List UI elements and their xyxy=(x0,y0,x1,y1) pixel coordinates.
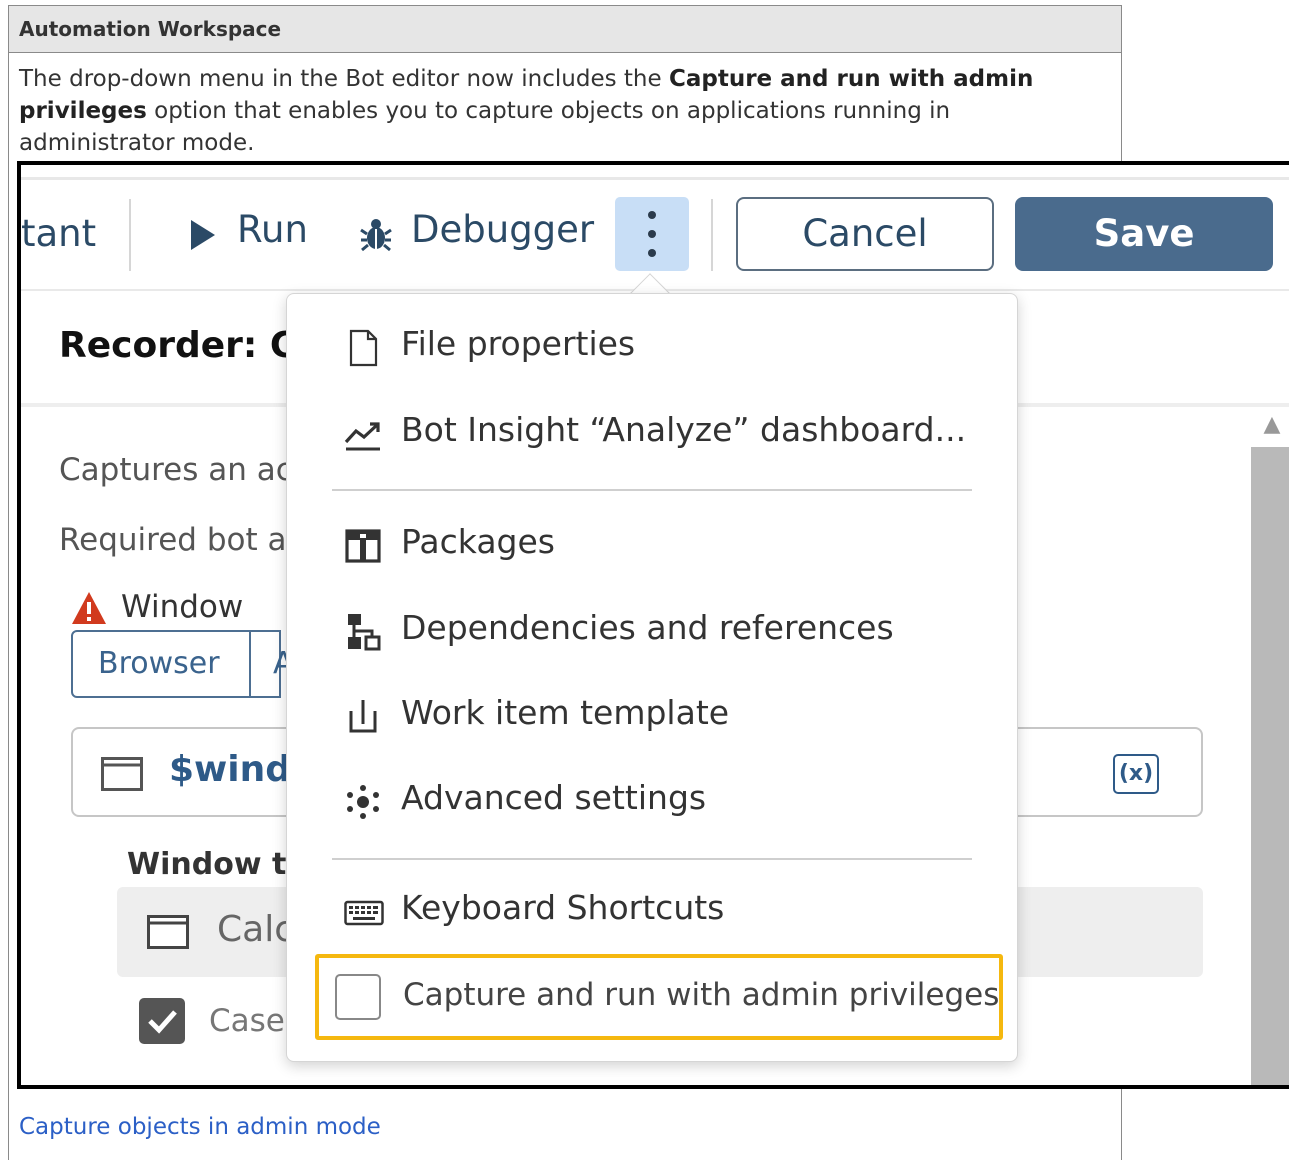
window-title-label: Window ti xyxy=(127,847,297,882)
menu-divider xyxy=(332,489,972,491)
menu-item-file-properties[interactable]: File properties xyxy=(287,308,1017,388)
menu-divider xyxy=(332,858,972,860)
debugger-button[interactable]: Debugger xyxy=(357,205,597,265)
menu-item-work-item-template[interactable]: Work item template xyxy=(287,677,1017,757)
scrollbar-thumb[interactable] xyxy=(1251,447,1289,1085)
kebab-dot xyxy=(648,230,656,238)
run-label: Run xyxy=(237,208,308,251)
advanced-settings-icon xyxy=(347,785,379,819)
captures-description: Captures an ac xyxy=(59,452,293,488)
keyboard-icon xyxy=(344,900,384,926)
insert-variable-button[interactable]: (x) xyxy=(1113,754,1159,794)
required-bot-text: Required bot a xyxy=(59,522,287,558)
menu-item-packages[interactable]: Packages xyxy=(287,506,1017,586)
file-icon xyxy=(349,329,378,367)
recorder-title: Recorder: Ca xyxy=(59,325,321,366)
desc-post: option that enables you to capture objec… xyxy=(19,98,951,156)
bug-icon xyxy=(360,219,392,252)
menu-item-label: Bot Insight “Analyze” dashboard... xyxy=(401,410,967,449)
window-icon xyxy=(101,757,143,791)
toolbar-top-line xyxy=(21,177,1289,180)
menu-item-keyboard-shortcuts[interactable]: Keyboard Shortcuts xyxy=(287,872,1017,952)
chart-trend-icon xyxy=(344,422,380,451)
toolbar-separator xyxy=(129,199,131,271)
play-icon xyxy=(191,220,215,250)
kebab-dot xyxy=(648,249,656,257)
desc-pre: The drop-down menu in the Bot editor now… xyxy=(19,66,669,92)
admin-privileges-highlight: Capture and run with admin privileges xyxy=(315,954,1003,1040)
menu-item-label: Dependencies and references xyxy=(401,608,894,647)
package-icon xyxy=(345,529,381,563)
window-variable-value: $wind xyxy=(169,749,292,790)
menu-item-dependencies[interactable]: Dependencies and references xyxy=(287,592,1017,672)
menu-item-label: Keyboard Shortcuts xyxy=(401,888,725,927)
scroll-up-arrow[interactable]: ▲ xyxy=(1251,405,1289,445)
segment-separator xyxy=(249,632,251,696)
window-label-row: Window xyxy=(71,589,291,629)
work-item-icon xyxy=(349,700,377,733)
more-options-menu: File properties Bot Insight “Analyze” da… xyxy=(286,293,1018,1062)
segment-browser[interactable]: Browser xyxy=(98,646,220,681)
dependencies-icon xyxy=(348,614,381,651)
menu-item-advanced-settings[interactable]: Advanced settings xyxy=(287,762,1017,842)
partial-tab-label[interactable]: tant xyxy=(21,212,96,255)
case-checkbox[interactable] xyxy=(139,998,185,1044)
cancel-button[interactable]: Cancel xyxy=(736,197,994,271)
save-button[interactable]: Save xyxy=(1015,197,1273,271)
case-label: Case xyxy=(209,1003,285,1039)
menu-item-label: Advanced settings xyxy=(401,778,707,817)
menu-item-label: Work item template xyxy=(401,693,730,732)
window-type-segment: Browser A xyxy=(71,630,294,698)
run-button[interactable]: Run xyxy=(185,205,325,265)
more-options-button[interactable] xyxy=(615,197,689,271)
doc-table-header: Automation Workspace xyxy=(8,5,1122,53)
release-note-description: The drop-down menu in the Bot editor now… xyxy=(19,63,1099,159)
debugger-label: Debugger xyxy=(411,208,595,251)
window-title-value: Calc xyxy=(217,909,294,950)
checkmark-icon xyxy=(148,1010,177,1034)
menu-item-bot-insight[interactable]: Bot Insight “Analyze” dashboard... xyxy=(287,394,1017,474)
toolbar-separator xyxy=(711,199,713,271)
bot-editor-screenshot: tant Run Debugger Cancel Save Recorder: … xyxy=(17,161,1289,1089)
window-icon xyxy=(147,915,189,949)
warning-icon xyxy=(72,592,106,624)
menu-item-label: Packages xyxy=(401,522,555,561)
menu-item-label: File properties xyxy=(401,324,636,363)
admin-privileges-label[interactable]: Capture and run with admin privileges xyxy=(403,977,999,1013)
kebab-dot xyxy=(648,211,656,219)
window-label: Window xyxy=(121,589,244,625)
admin-privileges-checkbox[interactable] xyxy=(335,974,381,1020)
capture-objects-link[interactable]: Capture objects in admin mode xyxy=(19,1114,381,1140)
